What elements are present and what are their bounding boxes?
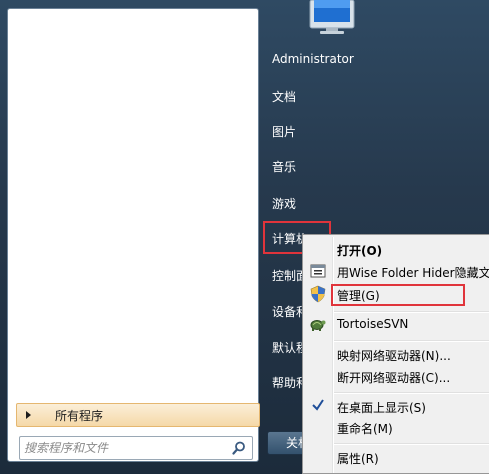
checkmark-icon [312,399,324,411]
right-item-administrator[interactable]: Administrator [272,52,354,66]
menu-item-disconnect-network-drive[interactable]: 断开网络驱动器(C)... [337,369,450,386]
menu-separator [334,340,489,342]
menu-separator [334,311,489,313]
menu-item-map-network-drive[interactable]: 映射网络驱动器(N)... [337,347,451,364]
search-box[interactable] [19,436,253,460]
start-menu: 所有程序 Administrator 文档 图片 音乐 游戏 计算机 控制面 设… [0,0,489,474]
right-item-games[interactable]: 游戏 [272,195,296,212]
menu-gutter-divider [332,237,334,473]
search-input[interactable] [24,439,224,457]
expand-arrow-icon [26,411,31,419]
menu-item-show-on-desktop[interactable]: 在桌面上显示(S) [337,399,426,416]
menu-separator [334,392,489,394]
context-menu: 打开(O) 用Wise Folder Hider隐藏文 管理(G) Tortoi… [302,234,489,474]
right-item-control-panel[interactable]: 控制面 [272,267,302,284]
all-programs-button[interactable]: 所有程序 [16,403,260,427]
user-picture-computer-icon[interactable] [300,0,364,34]
right-item-default-programs[interactable]: 默认程 [272,339,302,356]
menu-item-wise-folder-hider[interactable]: 用Wise Folder Hider隐藏文 [337,264,489,281]
all-programs-label: 所有程序 [55,408,104,423]
right-item-devices[interactable]: 设备和 [272,303,302,320]
menu-separator [334,443,489,445]
tortoise-svn-icon [310,320,326,331]
right-item-help[interactable]: 帮助和 [272,374,302,391]
right-item-documents[interactable]: 文档 [272,88,296,105]
shield-icon [310,285,326,303]
search-icon[interactable] [232,441,246,455]
program-list-pane: 所有程序 [7,8,260,462]
menu-item-manage[interactable]: 管理(G) [337,287,380,304]
menu-item-tortoise-svn[interactable]: TortoiseSVN [337,317,408,331]
right-item-computer[interactable]: 计算机 [272,230,304,247]
right-item-music[interactable]: 音乐 [272,158,296,175]
wise-folder-hider-icon [310,264,326,278]
menu-item-rename[interactable]: 重命名(M) [337,420,393,437]
menu-item-open[interactable]: 打开(O) [337,242,382,259]
menu-item-properties[interactable]: 属性(R) [337,450,379,467]
right-item-pictures[interactable]: 图片 [272,123,296,140]
